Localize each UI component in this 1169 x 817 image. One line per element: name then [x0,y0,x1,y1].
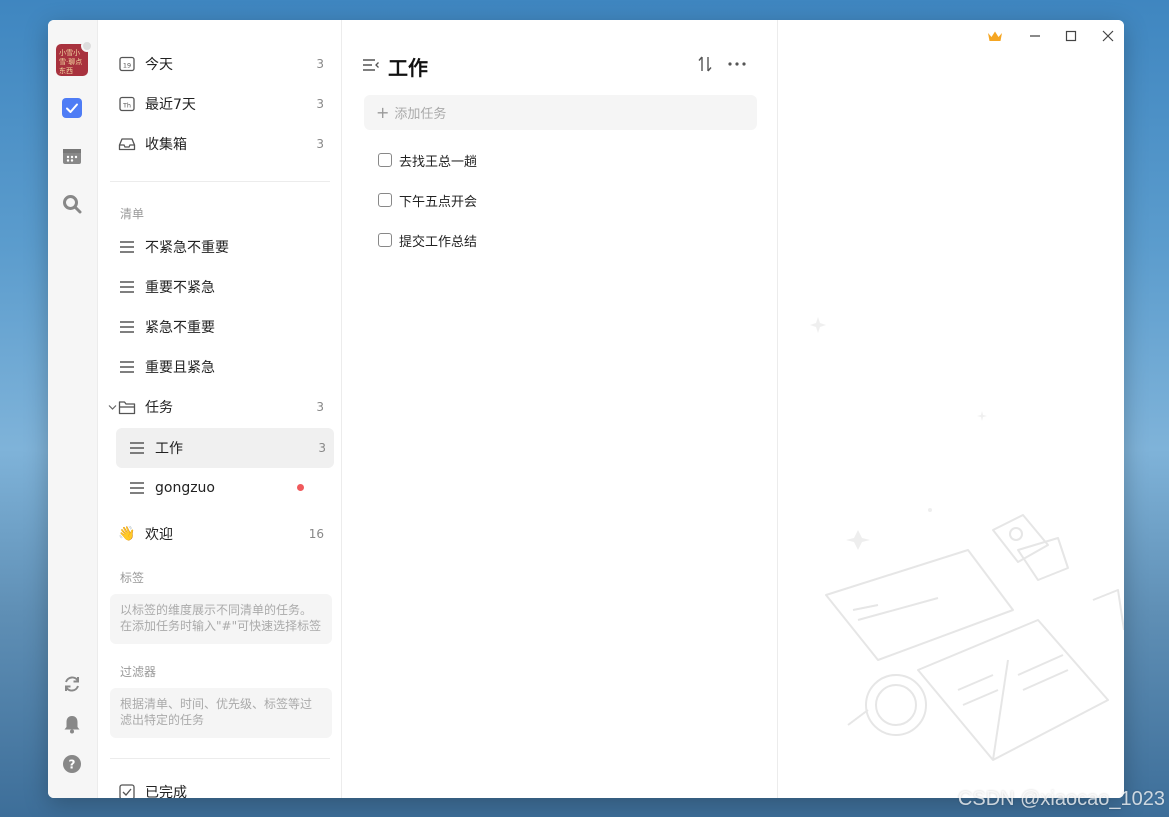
filters-section-label: 过滤器 [120,665,157,679]
bell-icon[interactable] [61,713,83,735]
sidebar-item-label: gongzuo [155,480,215,496]
sidebar-item-label: 工作 [155,441,183,457]
crown-icon[interactable] [982,26,1008,46]
task-row[interactable]: 去找王总一趟 [378,149,477,171]
sidebar-item-count: 3 [316,97,324,111]
close-icon[interactable] [1095,26,1121,46]
task-checkbox[interactable] [378,193,392,207]
sidebar-item-label: 紧急不重要 [145,320,215,336]
help-icon[interactable]: ? [61,753,83,775]
waving-hand-icon: 👋 [118,526,136,542]
sidebar-item-welcome[interactable]: 👋 欢迎 16 [116,514,332,554]
sidebar-item-count: 3 [316,57,324,71]
sidebar-item-label: 不紧急不重要 [145,240,229,256]
filters-hint: 根据清单、时间、优先级、标签等过滤出特定的任务 [110,688,332,738]
list-icon [118,278,136,296]
list-icon [118,318,136,336]
icon-rail: 小雪小雪·聊点东西 ? [48,20,98,798]
sidebar-item-count: 3 [316,400,324,414]
svg-text:Th: Th [122,102,131,110]
task-title[interactable]: 提交工作总结 [399,231,477,250]
sidebar-item-gongzuo[interactable]: gongzuo [116,468,332,508]
tags-hint: 以标签的维度展示不同清单的任务。在添加任务时输入"#"可快速选择标签 [110,594,332,644]
collapse-sidebar-icon[interactable] [362,57,380,77]
completed-check-icon [118,783,136,798]
add-task-input[interactable]: + 添加任务 [364,95,757,130]
sidebar-item-count: 16 [308,527,324,541]
task-title[interactable]: 去找王总一趟 [399,151,477,170]
sync-icon[interactable] [61,673,83,695]
sort-icon[interactable] [694,53,716,75]
task-title[interactable]: 下午五点开会 [399,191,477,210]
svg-text:19: 19 [123,62,131,70]
svg-text:?: ? [69,758,76,772]
task-detail-pane [778,20,1124,798]
sparkle-decoration [810,317,826,333]
list-icon [118,358,136,376]
watermark: CSDN @xiaocao_1023 [957,788,1165,810]
app-window: 小雪小雪·聊点东西 ? 19 今天 3 Th 最近7天 3 收集箱 3 清单 不… [48,20,1124,798]
task-checkbox-icon[interactable] [61,97,83,119]
task-row[interactable]: 下午五点开会 [378,189,477,211]
list-icon [118,238,136,256]
list-header: 工作 [362,52,428,81]
sidebar-item-inbox[interactable]: 收集箱 3 [116,124,332,164]
sidebar-folder[interactable]: 任务 3 [108,387,332,427]
sidebar-list-item[interactable]: 重要且紧急 [116,347,332,387]
tags-section-label: 标签 [120,571,145,585]
avatar-badge [81,40,93,52]
sidebar-item-label: 收集箱 [145,137,187,153]
chevron-down-icon[interactable] [108,400,117,416]
sidebar-item-work[interactable]: 工作 3 [116,428,334,468]
empty-state-illustration [825,508,1124,761]
task-checkbox[interactable] [378,153,392,167]
lists-section-label: 清单 [120,207,145,221]
divider [110,181,330,182]
sparkle-decoration [977,411,987,421]
sidebar-item-label: 最近7天 [145,97,196,113]
sidebar-item-label: 任务 [145,400,173,416]
add-task-placeholder: 添加任务 [394,107,447,122]
folder-icon [118,398,136,416]
sidebar: 19 今天 3 Th 最近7天 3 收集箱 3 清单 不紧急不重要 重要不紧急 … [98,20,342,798]
search-icon[interactable] [61,193,83,215]
minimize-icon[interactable] [1022,26,1048,46]
sidebar-item-count: 3 [318,441,326,455]
sidebar-item-completed[interactable]: 已完成 [116,772,332,798]
maximize-icon[interactable] [1058,26,1084,46]
task-list-pane: 工作 + 添加任务 去找王总一趟 下午五点开会 提交工作总结 [342,20,778,798]
unread-dot [297,484,304,491]
sidebar-item-label: 重要不紧急 [145,280,215,296]
page-title: 工作 [388,56,428,80]
task-checkbox[interactable] [378,233,392,247]
list-icon [128,479,146,497]
sidebar-item-next-7-days[interactable]: Th 最近7天 3 [116,84,332,124]
sidebar-item-label: 已完成 [145,785,187,798]
sidebar-list-item[interactable]: 重要不紧急 [116,267,332,307]
more-options-icon[interactable] [726,53,748,75]
sidebar-item-today[interactable]: 19 今天 3 [116,44,332,84]
sidebar-list-item[interactable]: 不紧急不重要 [116,227,332,267]
plus-icon: + [376,103,390,122]
divider [110,758,330,759]
sidebar-item-count: 3 [316,137,324,151]
sidebar-item-label: 欢迎 [145,527,173,543]
task-row[interactable]: 提交工作总结 [378,229,477,251]
calendar-th-icon: Th [118,95,136,113]
calendar-icon[interactable] [61,145,83,167]
sidebar-list-item[interactable]: 紧急不重要 [116,307,332,347]
calendar-19-icon: 19 [118,55,136,73]
list-icon [128,439,146,457]
sidebar-item-label: 今天 [145,57,173,73]
sidebar-item-label: 重要且紧急 [145,360,215,376]
inbox-icon [118,135,136,153]
